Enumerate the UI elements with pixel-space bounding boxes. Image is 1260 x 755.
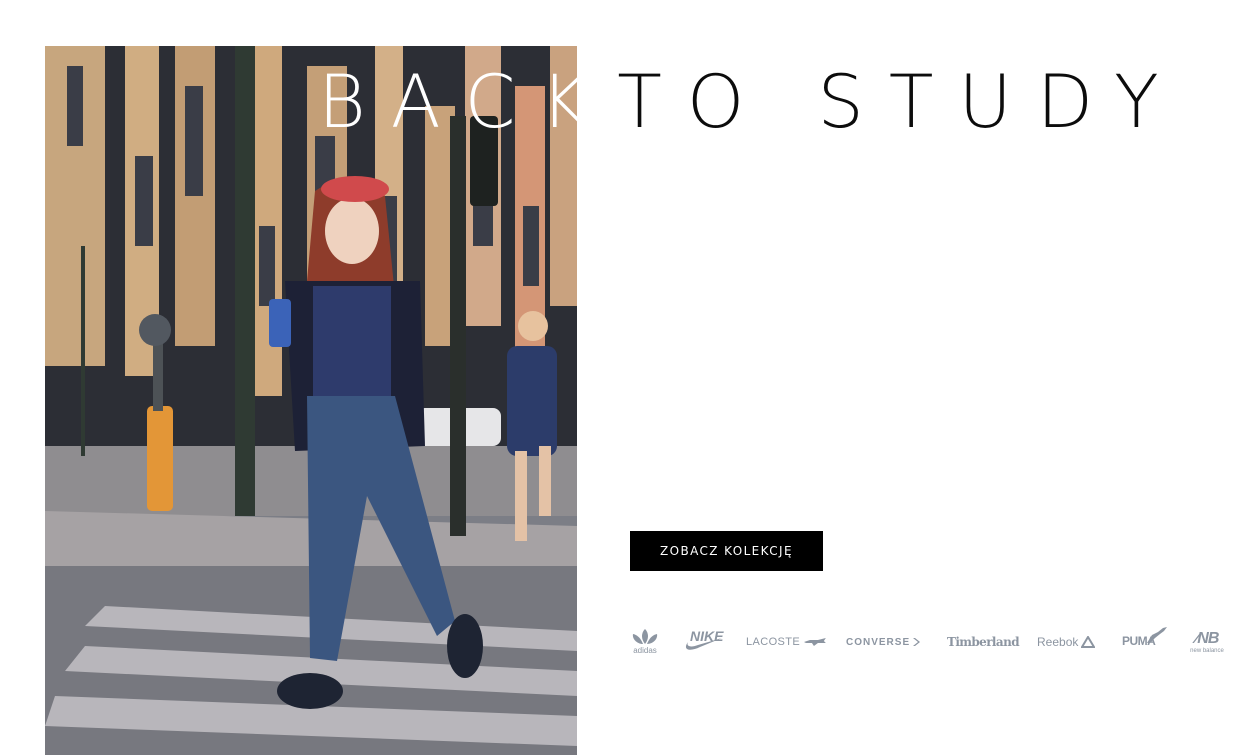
brand-label: LACOSTE bbox=[746, 636, 801, 648]
brand-reebok[interactable]: Reebok bbox=[1037, 622, 1097, 662]
brand-label: Timberland bbox=[947, 635, 1020, 649]
adidas-trefoil-icon bbox=[632, 629, 658, 644]
puma-cat-icon bbox=[1147, 627, 1167, 643]
street-pole bbox=[235, 46, 255, 516]
coffee-cup bbox=[269, 299, 291, 347]
brand-label: CONVERSE bbox=[846, 636, 911, 648]
reebok-delta-icon bbox=[1081, 636, 1096, 648]
headline-word-to-study: TO STUDY bbox=[617, 60, 1184, 145]
headline: BACKTO STUDY bbox=[318, 58, 1184, 148]
bollard bbox=[147, 406, 173, 511]
nb-monogram-icon: ⁄NB bbox=[1195, 629, 1220, 647]
hero-image[interactable] bbox=[45, 46, 577, 755]
brand-nike[interactable]: NIKE bbox=[684, 622, 730, 662]
brand-puma[interactable]: PUMA bbox=[1120, 622, 1168, 662]
hero-photo-illustration bbox=[45, 46, 577, 755]
crocodile-icon bbox=[804, 638, 826, 646]
brand-adidas[interactable]: adidas bbox=[626, 622, 664, 662]
brand-new-balance[interactable]: ⁄NB new balance bbox=[1186, 622, 1228, 662]
brand-label: new balance bbox=[1190, 647, 1224, 654]
brand-label: adidas bbox=[633, 646, 657, 655]
see-collection-button[interactable]: ZOBACZ KOLEKCJĘ bbox=[630, 531, 823, 571]
headline-word-back: BACK bbox=[318, 60, 614, 145]
nike-swoosh-icon bbox=[685, 638, 722, 650]
brand-label: Reebok bbox=[1037, 635, 1079, 649]
brand-logos-strip: adidas NIKE LACOSTE CONVERSE Timberland … bbox=[626, 622, 1232, 662]
brand-timberland[interactable]: Timberland bbox=[947, 622, 1020, 662]
brand-converse[interactable]: CONVERSE bbox=[846, 622, 926, 662]
brand-lacoste[interactable]: LACOSTE bbox=[746, 622, 826, 662]
converse-chevron-icon bbox=[913, 638, 921, 646]
